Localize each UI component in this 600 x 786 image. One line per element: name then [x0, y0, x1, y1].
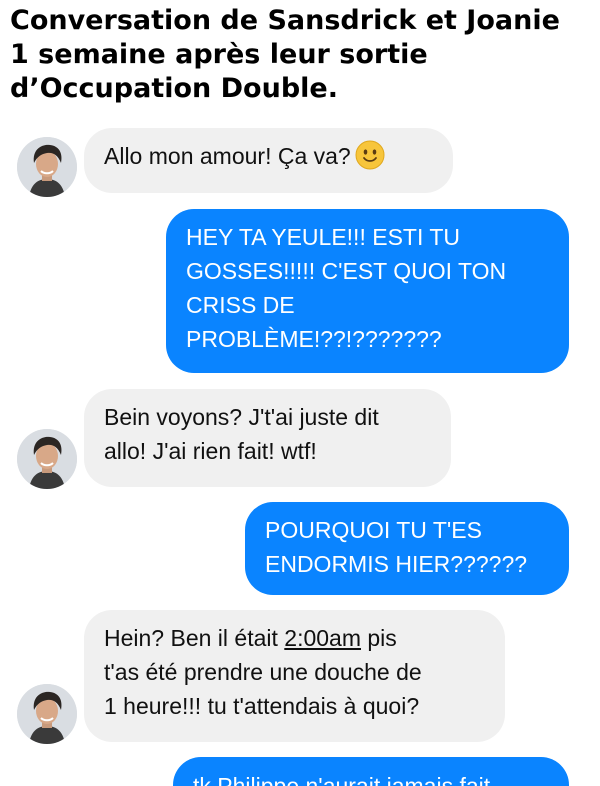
message-text: Allo mon amour! Ça va?	[104, 143, 351, 169]
avatar-portrait-icon	[17, 137, 77, 197]
message-text: CRISS DE	[186, 292, 295, 318]
message-bubble-sent[interactable]: HEY TA YEULE!!! ESTI TU GOSSES!!!!! C'ES…	[166, 209, 569, 373]
avatar-portrait-icon	[17, 429, 77, 489]
message-text: ENDORMIS HIER??????	[265, 551, 528, 577]
caption-line-1: Conversation de Sansdrick et Joanie	[10, 5, 560, 36]
contact-avatar[interactable]	[17, 684, 77, 744]
contact-avatar[interactable]	[17, 137, 77, 197]
message-bubble-received[interactable]: Bein voyons? J't'ai juste dit allo! J'ai…	[84, 389, 451, 487]
caption-line-2: 1 semaine après leur sortie	[10, 39, 428, 70]
message-text: PROBLÈME!??!???????	[186, 326, 442, 352]
message-text: tk Philippe n'aurait jamais fait	[193, 773, 491, 786]
message-text: HEY TA YEULE!!! ESTI TU	[186, 224, 460, 250]
slightly-smiling-face-icon	[355, 140, 385, 170]
caption-line-3: d’Occupation Double.	[10, 73, 338, 104]
meme-caption: Conversation de Sansdrick et Joanie 1 se…	[10, 4, 595, 106]
message-bubble-received[interactable]: Allo mon amour! Ça va?	[84, 128, 453, 193]
message-bubble-sent[interactable]: POURQUOI TU T'ES ENDORMIS HIER??????	[245, 502, 569, 595]
message-text: Hein? Ben il était	[104, 625, 285, 651]
time-link[interactable]: 2:00am	[284, 625, 361, 651]
message-text: GOSSES!!!!! C'EST QUOI TON	[186, 258, 507, 284]
avatar-portrait-icon	[17, 684, 77, 744]
message-text: allo! J'ai rien fait! wtf!	[104, 438, 317, 464]
message-text: 1 heure!!! tu t'attendais à quoi?	[104, 693, 420, 719]
message-text: POURQUOI TU T'ES	[265, 517, 482, 543]
message-bubble-sent[interactable]: tk Philippe n'aurait jamais fait	[173, 757, 569, 786]
contact-avatar[interactable]	[17, 429, 77, 489]
message-text: pis	[361, 625, 397, 651]
message-bubble-received[interactable]: Hein? Ben il était 2:00am pis t'as été p…	[84, 610, 505, 742]
message-text: t'as été prendre une douche de	[104, 659, 422, 685]
message-text: Bein voyons? J't'ai juste dit	[104, 404, 379, 430]
